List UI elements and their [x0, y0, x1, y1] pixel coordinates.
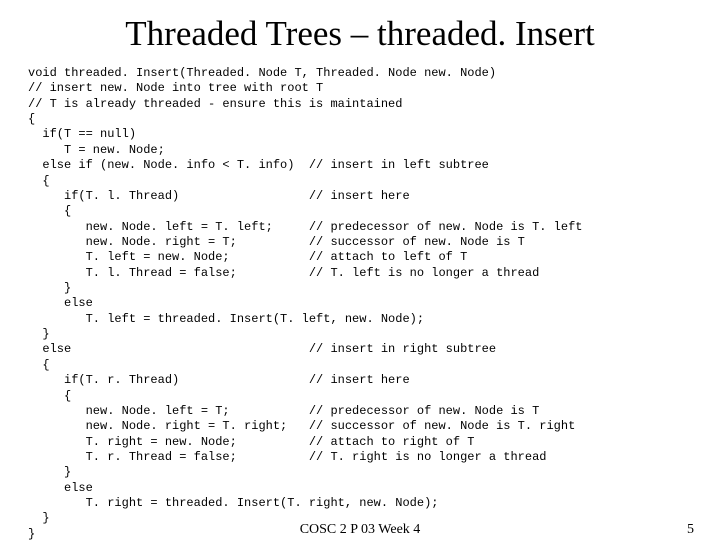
- footer-center: COSC 2 P 03 Week 4: [300, 522, 421, 538]
- code-block: void threaded. Insert(Threaded. Node T, …: [28, 66, 692, 540]
- slide: Threaded Trees – threaded. Insert void t…: [0, 0, 720, 540]
- slide-title: Threaded Trees – threaded. Insert: [28, 14, 692, 54]
- page-number: 5: [687, 522, 694, 538]
